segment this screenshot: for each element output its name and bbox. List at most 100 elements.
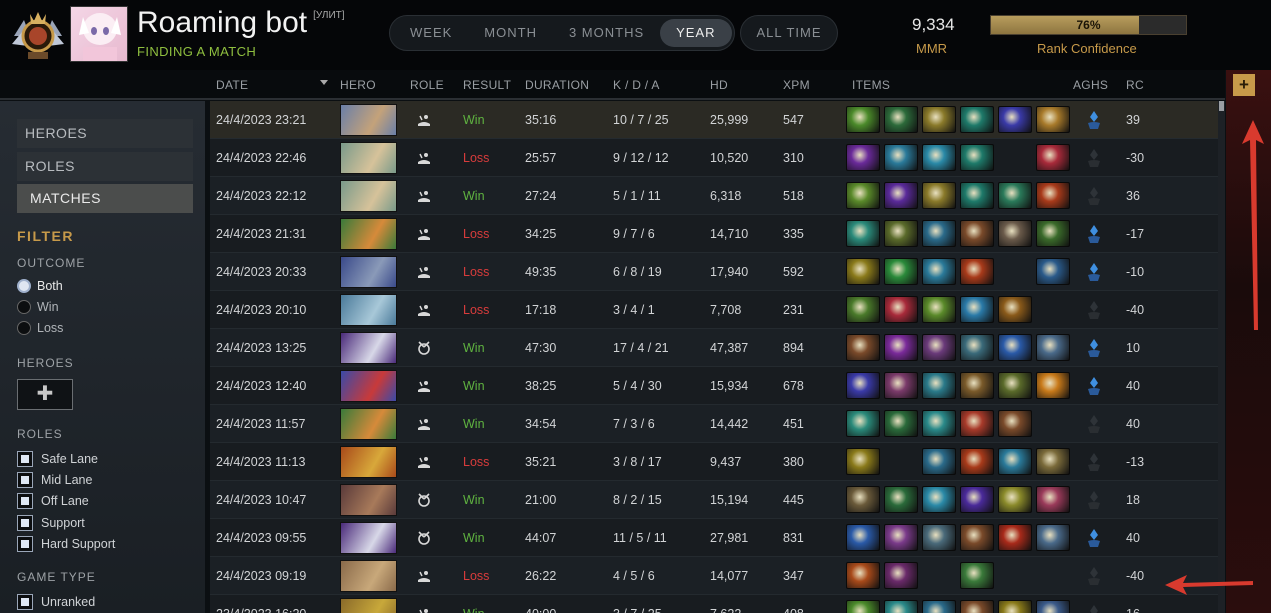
col-xpm[interactable]: XPM — [783, 78, 810, 92]
table-row[interactable]: 24/4/2023 11:57 Win 34:54 7 / 3 / 6 14,442 45… — [210, 405, 1224, 443]
item-icon[interactable] — [922, 144, 956, 171]
role-hard-support-checkbox[interactable]: Hard Support — [17, 536, 115, 552]
item-icon[interactable] — [884, 258, 918, 285]
item-icon[interactable] — [998, 486, 1032, 513]
sidebar-item-heroes[interactable]: HEROES — [17, 119, 193, 148]
item-icon[interactable] — [960, 258, 994, 285]
item-icon[interactable] — [1036, 258, 1070, 285]
item-icon[interactable] — [960, 144, 994, 171]
item-icon[interactable] — [960, 182, 994, 209]
item-icon[interactable] — [1036, 524, 1070, 551]
item-icon[interactable] — [846, 182, 880, 209]
item-icon[interactable] — [998, 524, 1032, 551]
item-icon[interactable] — [960, 486, 994, 513]
tab-3-months[interactable]: 3 MONTHS — [553, 19, 660, 47]
hero-portrait[interactable] — [340, 484, 397, 516]
item-icon[interactable] — [884, 372, 918, 399]
item-icon[interactable] — [922, 486, 956, 513]
tab-week[interactable]: WEEK — [394, 19, 468, 47]
item-icon[interactable] — [960, 372, 994, 399]
tab-year[interactable]: YEAR — [660, 19, 732, 47]
item-icon[interactable] — [922, 600, 956, 613]
table-row[interactable]: 24/4/2023 09:55 Win 44:07 11 / 5 / 11 27,981… — [210, 519, 1224, 557]
item-icon[interactable] — [884, 562, 918, 589]
col-hero[interactable]: HERO — [340, 78, 376, 92]
table-row[interactable]: 24/4/2023 22:46 Loss 25:57 9 / 12 / 12 10,52… — [210, 139, 1224, 177]
item-icon[interactable] — [960, 296, 994, 323]
item-icon[interactable] — [998, 106, 1032, 133]
item-icon[interactable] — [884, 182, 918, 209]
item-icon[interactable] — [922, 220, 956, 247]
item-icon[interactable] — [846, 600, 880, 613]
item-icon[interactable] — [960, 600, 994, 613]
item-icon[interactable] — [884, 486, 918, 513]
item-icon[interactable] — [1036, 182, 1070, 209]
col-role[interactable]: ROLE — [410, 78, 444, 92]
item-icon[interactable] — [998, 296, 1032, 323]
tab-month[interactable]: MONTH — [468, 19, 553, 47]
item-icon[interactable] — [998, 220, 1032, 247]
outcome-both-radio[interactable]: Both — [17, 279, 63, 293]
item-icon[interactable] — [884, 524, 918, 551]
item-icon[interactable] — [846, 144, 880, 171]
item-icon[interactable] — [884, 106, 918, 133]
item-icon[interactable] — [1036, 334, 1070, 361]
item-icon[interactable] — [922, 524, 956, 551]
sidebar-item-roles[interactable]: ROLES — [17, 152, 193, 181]
player-avatar[interactable] — [70, 6, 128, 62]
item-icon[interactable] — [846, 258, 880, 285]
item-icon[interactable] — [1036, 486, 1070, 513]
item-icon[interactable] — [846, 372, 880, 399]
item-icon[interactable] — [998, 334, 1032, 361]
item-icon[interactable] — [960, 562, 994, 589]
role-off-lane-checkbox[interactable]: Off Lane — [17, 493, 89, 509]
hero-portrait[interactable] — [340, 294, 397, 326]
table-row[interactable]: 23/4/2023 16:20 Win 40:00 3 / 7 / 25 7,622 40… — [210, 595, 1224, 613]
item-icon[interactable] — [922, 372, 956, 399]
item-icon[interactable] — [846, 562, 880, 589]
hero-portrait[interactable] — [340, 142, 397, 174]
col-aghs[interactable]: AGHS — [1073, 78, 1108, 92]
sidebar-item-matches[interactable]: MATCHES — [17, 184, 193, 213]
role-support-checkbox[interactable]: Support — [17, 515, 85, 531]
outcome-win-radio[interactable]: Win — [17, 300, 59, 314]
item-icon[interactable] — [846, 448, 880, 475]
table-row[interactable]: 24/4/2023 11:13 Loss 35:21 3 / 8 / 17 9,437 3… — [210, 443, 1224, 481]
outcome-loss-radio[interactable]: Loss — [17, 321, 63, 335]
item-icon[interactable] — [960, 448, 994, 475]
item-icon[interactable] — [846, 296, 880, 323]
tab-all-time[interactable]: ALL TIME — [740, 15, 838, 51]
item-icon[interactable] — [960, 220, 994, 247]
sort-chevron-down-icon[interactable] — [320, 80, 328, 85]
item-icon[interactable] — [960, 106, 994, 133]
col-hd[interactable]: HD — [710, 78, 728, 92]
hero-portrait[interactable] — [340, 332, 397, 364]
item-icon[interactable] — [960, 334, 994, 361]
item-icon[interactable] — [846, 486, 880, 513]
item-icon[interactable] — [922, 334, 956, 361]
item-icon[interactable] — [998, 410, 1032, 437]
col-rc[interactable]: RC — [1126, 78, 1144, 92]
hero-portrait[interactable] — [340, 218, 397, 250]
table-row[interactable]: 24/4/2023 10:47 Win 21:00 8 / 2 / 15 15,194 4… — [210, 481, 1224, 519]
item-icon[interactable] — [846, 410, 880, 437]
item-icon[interactable] — [960, 524, 994, 551]
hero-portrait[interactable] — [340, 522, 397, 554]
table-row[interactable]: 24/4/2023 21:31 Loss 34:25 9 / 7 / 6 14,710 3… — [210, 215, 1224, 253]
item-icon[interactable] — [922, 296, 956, 323]
item-icon[interactable] — [1036, 106, 1070, 133]
item-icon[interactable] — [1036, 448, 1070, 475]
hero-portrait[interactable] — [340, 446, 397, 478]
role-safe-lane-checkbox[interactable]: Safe Lane — [17, 451, 98, 467]
hero-portrait[interactable] — [340, 560, 397, 592]
item-icon[interactable] — [998, 182, 1032, 209]
add-hero-button[interactable]: ✚ — [17, 379, 73, 410]
hero-portrait[interactable] — [340, 256, 397, 288]
col-result[interactable]: RESULT — [463, 78, 511, 92]
item-icon[interactable] — [884, 410, 918, 437]
col-date[interactable]: DATE — [216, 78, 248, 92]
item-icon[interactable] — [846, 524, 880, 551]
item-icon[interactable] — [922, 448, 956, 475]
item-icon[interactable] — [846, 334, 880, 361]
item-icon[interactable] — [960, 410, 994, 437]
